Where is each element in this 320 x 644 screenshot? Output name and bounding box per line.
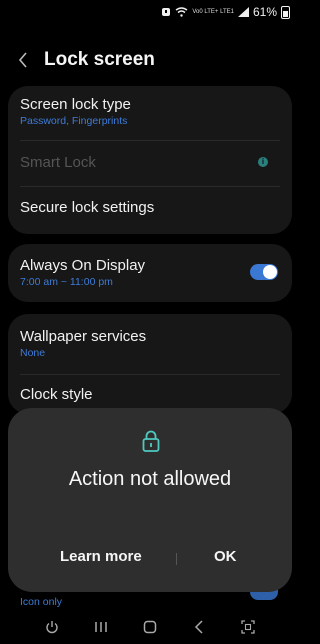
settings-group-wallpaper: Wallpaper services None Clock style [8, 314, 292, 414]
back-arrow-icon [194, 620, 203, 634]
always-on-display-schedule: 7:00 am ~ 11:00 pm [20, 276, 113, 288]
settings-group-lock: Screen lock type Password, Fingerprints … [8, 86, 292, 234]
toggle-knob [263, 265, 277, 279]
chevron-left-icon [18, 52, 27, 68]
navigation-bar [0, 610, 300, 644]
screen-lock-type-value: Password, Fingerprints [20, 115, 128, 127]
lock-icon [142, 430, 160, 452]
recents-icon [95, 622, 107, 632]
network-type: Vo0 LTE+ LTE1 [192, 9, 234, 15]
home-button[interactable] [136, 613, 164, 641]
divider [20, 374, 280, 375]
battery-icon [281, 5, 290, 19]
screenshot-button[interactable] [234, 613, 262, 641]
back-nav-button[interactable] [185, 613, 213, 641]
secure-lock-settings-label: Secure lock settings [20, 199, 155, 216]
screenshot-icon [240, 620, 255, 634]
wallpaper-services-value: None [20, 347, 46, 359]
wallpaper-services-item[interactable]: Wallpaper services None [20, 328, 280, 359]
action-not-allowed-dialog: Action not allowed Learn more OK [8, 408, 292, 592]
recents-button[interactable] [87, 613, 115, 641]
screen-lock-type-item[interactable]: Screen lock type Password, Fingerprints [20, 96, 280, 127]
battery-percent: 61% [252, 5, 277, 19]
clock-style-item[interactable]: Clock style [20, 386, 280, 403]
always-on-display-label: Always On Display [20, 257, 146, 274]
status-icons: Vo0 LTE+ LTE1 61% [161, 5, 290, 19]
home-icon [143, 620, 157, 634]
button-separator [176, 553, 177, 565]
secure-lock-settings-item[interactable]: Secure lock settings [20, 199, 280, 216]
wifi-icon [175, 7, 188, 17]
dialog-message: Action not allowed [68, 468, 232, 490]
smart-lock-label: Smart Lock [20, 154, 96, 171]
clock-style-label: Clock style [20, 386, 93, 403]
always-on-display-item[interactable]: Always On Display 7:00 am ~ 11:00 pm [20, 257, 280, 288]
power-button[interactable] [38, 613, 66, 641]
smart-lock-item[interactable]: Smart Lock [20, 154, 280, 171]
app-header: Lock screen [0, 44, 300, 76]
divider [20, 140, 280, 141]
status-bar: Vo0 LTE+ LTE1 61% [0, 0, 300, 28]
power-icon [46, 621, 59, 634]
screen-lock-type-label: Screen lock type [20, 96, 131, 113]
ok-button[interactable]: OK [214, 548, 237, 565]
learn-more-button[interactable]: Learn more [60, 548, 142, 565]
divider [20, 186, 280, 187]
settings-group-aod: Always On Display 7:00 am ~ 11:00 pm [8, 244, 292, 302]
page-title: Lock screen [44, 49, 155, 70]
alarm-icon [162, 8, 171, 16]
back-button[interactable] [18, 50, 32, 70]
wallpaper-services-label: Wallpaper services [20, 328, 147, 345]
signal-icon [237, 7, 249, 17]
partial-setting-value: Icon only [20, 596, 63, 608]
always-on-display-toggle[interactable] [250, 264, 278, 280]
info-icon[interactable]: i [258, 157, 268, 167]
